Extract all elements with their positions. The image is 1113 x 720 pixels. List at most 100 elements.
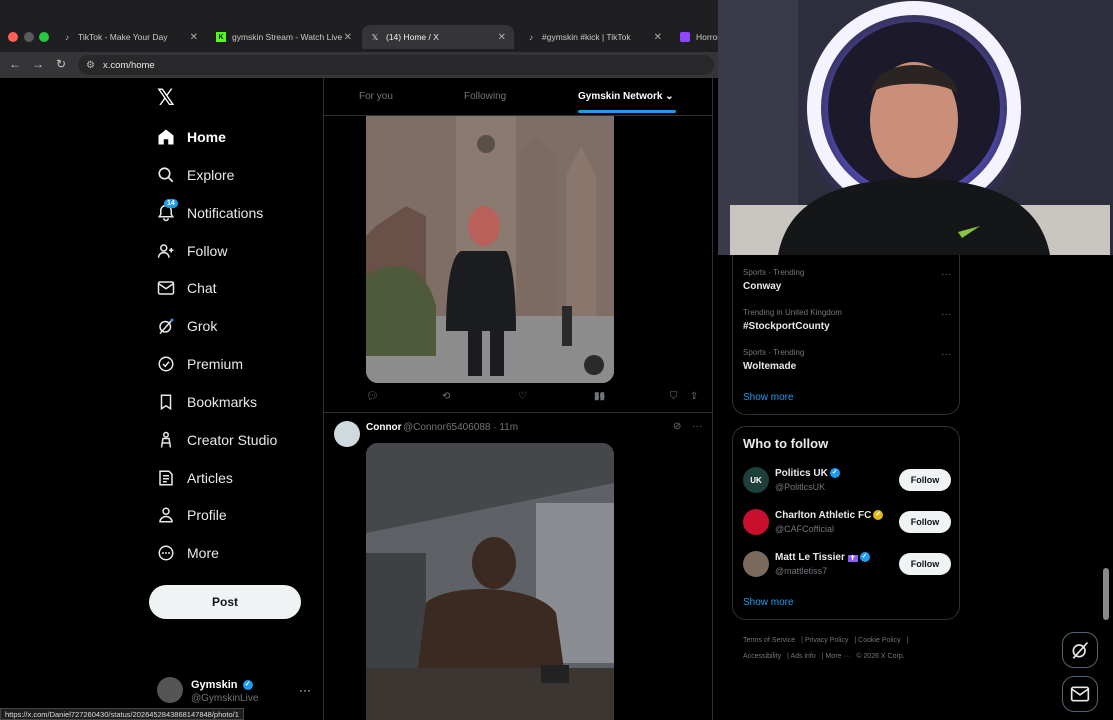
grok-floating-button[interactable]	[1062, 632, 1098, 668]
x-icon: 𝕏	[371, 32, 379, 42]
footer-link[interactable]: Terms of Service	[743, 637, 795, 644]
avatar	[743, 509, 769, 535]
close-icon[interactable]: ✕	[190, 32, 198, 43]
tweet-timestamp[interactable]: 11m	[499, 422, 518, 433]
tab-following[interactable]: Following	[464, 91, 506, 102]
scrollbar[interactable]	[1103, 568, 1109, 620]
share-icon[interactable]: ⇪	[690, 391, 698, 402]
webcam-video-feed	[718, 0, 1113, 255]
tweet-action-bar: 💬︎ ⟲ ♡ ▮▮ 36 ⛉ ⇪	[366, 391, 706, 405]
browser-tab-horror[interactable]: Horror	[672, 25, 718, 49]
close-icon[interactable]: ✕	[344, 32, 352, 43]
nav-item-premium[interactable]: Premium	[156, 351, 243, 377]
notification-count-badge: 14	[164, 199, 178, 208]
follow-suggestion[interactable]: Matt Le Tissier ✝ ✓ @mattletiss7 Follow	[743, 551, 951, 579]
tab-for-you[interactable]: For you	[359, 91, 393, 102]
tiktok-icon: ♪	[65, 32, 69, 42]
more-horizontal-icon[interactable]: ···	[941, 269, 951, 280]
close-icon[interactable]: ✕	[498, 32, 506, 43]
follow-button[interactable]: Follow	[899, 553, 951, 575]
chevron-down-icon: ⌄	[665, 91, 674, 102]
nav-item-grok[interactable]: Grok	[156, 313, 217, 339]
kick-icon: K	[216, 32, 226, 42]
articles-icon	[156, 468, 176, 488]
browser-tab-tiktok[interactable]: ♪ TikTok - Make Your Day ✕	[54, 25, 206, 49]
nav-item-explore[interactable]: Explore	[156, 162, 234, 188]
nav-item-creator-studio[interactable]: Creator Studio	[156, 427, 277, 453]
profile-icon	[156, 505, 176, 525]
nav-item-notifications[interactable]: 14 Notifications	[156, 199, 263, 226]
address-bar[interactable]: ⚙ x.com/home	[78, 55, 714, 75]
tweet-author-name[interactable]: Connor	[366, 422, 402, 433]
browser-tab-kick[interactable]: K gymskin Stream - Watch Live ✕	[208, 25, 360, 49]
trend-item[interactable]: Trending in United Kingdom #StockportCou…	[743, 308, 842, 332]
divider	[712, 78, 713, 720]
more-horizontal-icon[interactable]: ···	[941, 309, 951, 320]
follow-button[interactable]: Follow	[899, 469, 951, 491]
close-window-button[interactable]	[8, 32, 18, 42]
trends-show-more-link[interactable]: Show more	[743, 392, 794, 403]
reply-icon[interactable]: 💬︎	[366, 391, 379, 402]
footer-link[interactable]: Cookie Policy	[858, 637, 900, 644]
grok-icon[interactable]: ⊘	[673, 421, 681, 432]
retweet-icon[interactable]: ⟲	[442, 391, 450, 402]
footer-link[interactable]: Ads info	[790, 653, 815, 660]
follow-suggestion[interactable]: Charlton Athletic FC ✓ @CAFCofficial Foll…	[743, 509, 951, 537]
more-horizontal-icon[interactable]: ···	[941, 349, 951, 360]
minimize-window-button[interactable]	[24, 32, 34, 42]
follow-button[interactable]: Follow	[899, 511, 951, 533]
account-switcher[interactable]: Gymskin ✓ @GymskinLive ···	[157, 677, 315, 707]
avatar[interactable]	[334, 421, 360, 447]
add-user-icon	[156, 241, 176, 261]
nav-item-follow[interactable]: Follow	[156, 238, 227, 264]
maximize-window-button[interactable]	[39, 32, 49, 42]
account-handle: @GymskinLive	[191, 693, 259, 704]
more-horizontal-icon[interactable]: ···	[692, 421, 702, 432]
more-horizontal-icon[interactable]: ···	[299, 683, 311, 697]
who-to-follow-panel: Who to follow UK Politics UK ✓ @PolitlcsU…	[732, 426, 960, 620]
bookmark-icon[interactable]: ⛉	[670, 391, 678, 402]
nav-item-chat[interactable]: Chat	[156, 275, 217, 301]
avatar	[157, 677, 183, 703]
footer-link[interactable]: More ···	[825, 653, 850, 660]
who-to-follow-title: Who to follow	[743, 436, 829, 451]
tweet-media-image[interactable]	[366, 443, 614, 720]
grok-icon	[1072, 641, 1089, 659]
back-arrow-icon[interactable]: ←	[9, 57, 21, 71]
post-button[interactable]: Post	[149, 585, 301, 619]
tweet-media-image[interactable]	[366, 116, 614, 383]
close-icon[interactable]: ✕	[654, 32, 662, 43]
mail-icon	[1070, 686, 1090, 702]
nav-item-profile[interactable]: Profile	[156, 502, 227, 528]
x-logo-icon[interactable]: 𝕏	[157, 86, 175, 111]
copyright-text: © 2026 X Corp.	[856, 653, 905, 660]
tiktok-icon: ♪	[529, 32, 533, 42]
restaurant-photo	[366, 443, 614, 720]
site-info-icon[interactable]: ⚙	[86, 60, 95, 71]
who-to-follow-show-more-link[interactable]: Show more	[743, 597, 794, 608]
verified-badge-icon: ✓	[242, 680, 253, 691]
nav-item-bookmarks[interactable]: Bookmarks	[156, 389, 257, 415]
nav-item-articles[interactable]: Articles	[156, 465, 233, 491]
tab-gymskin-network[interactable]: Gymskin Network ⌄	[578, 91, 674, 102]
avatar: UK	[743, 467, 769, 493]
browser-tab-tiktok-gymskin[interactable]: ♪ #gymskin #kick | TikTok ✕	[518, 25, 670, 49]
footer-link[interactable]: Privacy Policy	[805, 637, 849, 644]
browser-tab-bar: ♪ TikTok - Make Your Day ✕ K gymskin Str…	[0, 0, 718, 52]
nav-item-more[interactable]: More	[156, 540, 219, 566]
footer-link[interactable]: Accessibility	[743, 653, 781, 660]
forward-arrow-icon[interactable]: →	[32, 57, 44, 71]
verified-badge-icon: ✓	[859, 552, 870, 563]
follow-suggestion[interactable]: UK Politics UK ✓ @PolitlcsUK Follow	[743, 467, 951, 495]
reload-icon[interactable]: ↻	[56, 57, 66, 71]
like-icon[interactable]: ♡	[518, 391, 527, 402]
tweet-author-handle[interactable]: @Connor65406088	[403, 422, 490, 433]
browser-tab-x-home[interactable]: 𝕏 (14) Home / X ✕	[362, 25, 514, 49]
premium-icon	[156, 354, 176, 374]
nav-item-home[interactable]: Home	[156, 124, 226, 150]
trend-item[interactable]: Sports · Trending Conway	[743, 268, 804, 292]
trend-item[interactable]: Sports · Trending Woltemade	[743, 348, 804, 372]
messages-floating-button[interactable]	[1062, 676, 1098, 712]
divider	[323, 78, 324, 720]
status-bar-url: https://x.com/Daniel727260430/status/202…	[0, 708, 244, 720]
